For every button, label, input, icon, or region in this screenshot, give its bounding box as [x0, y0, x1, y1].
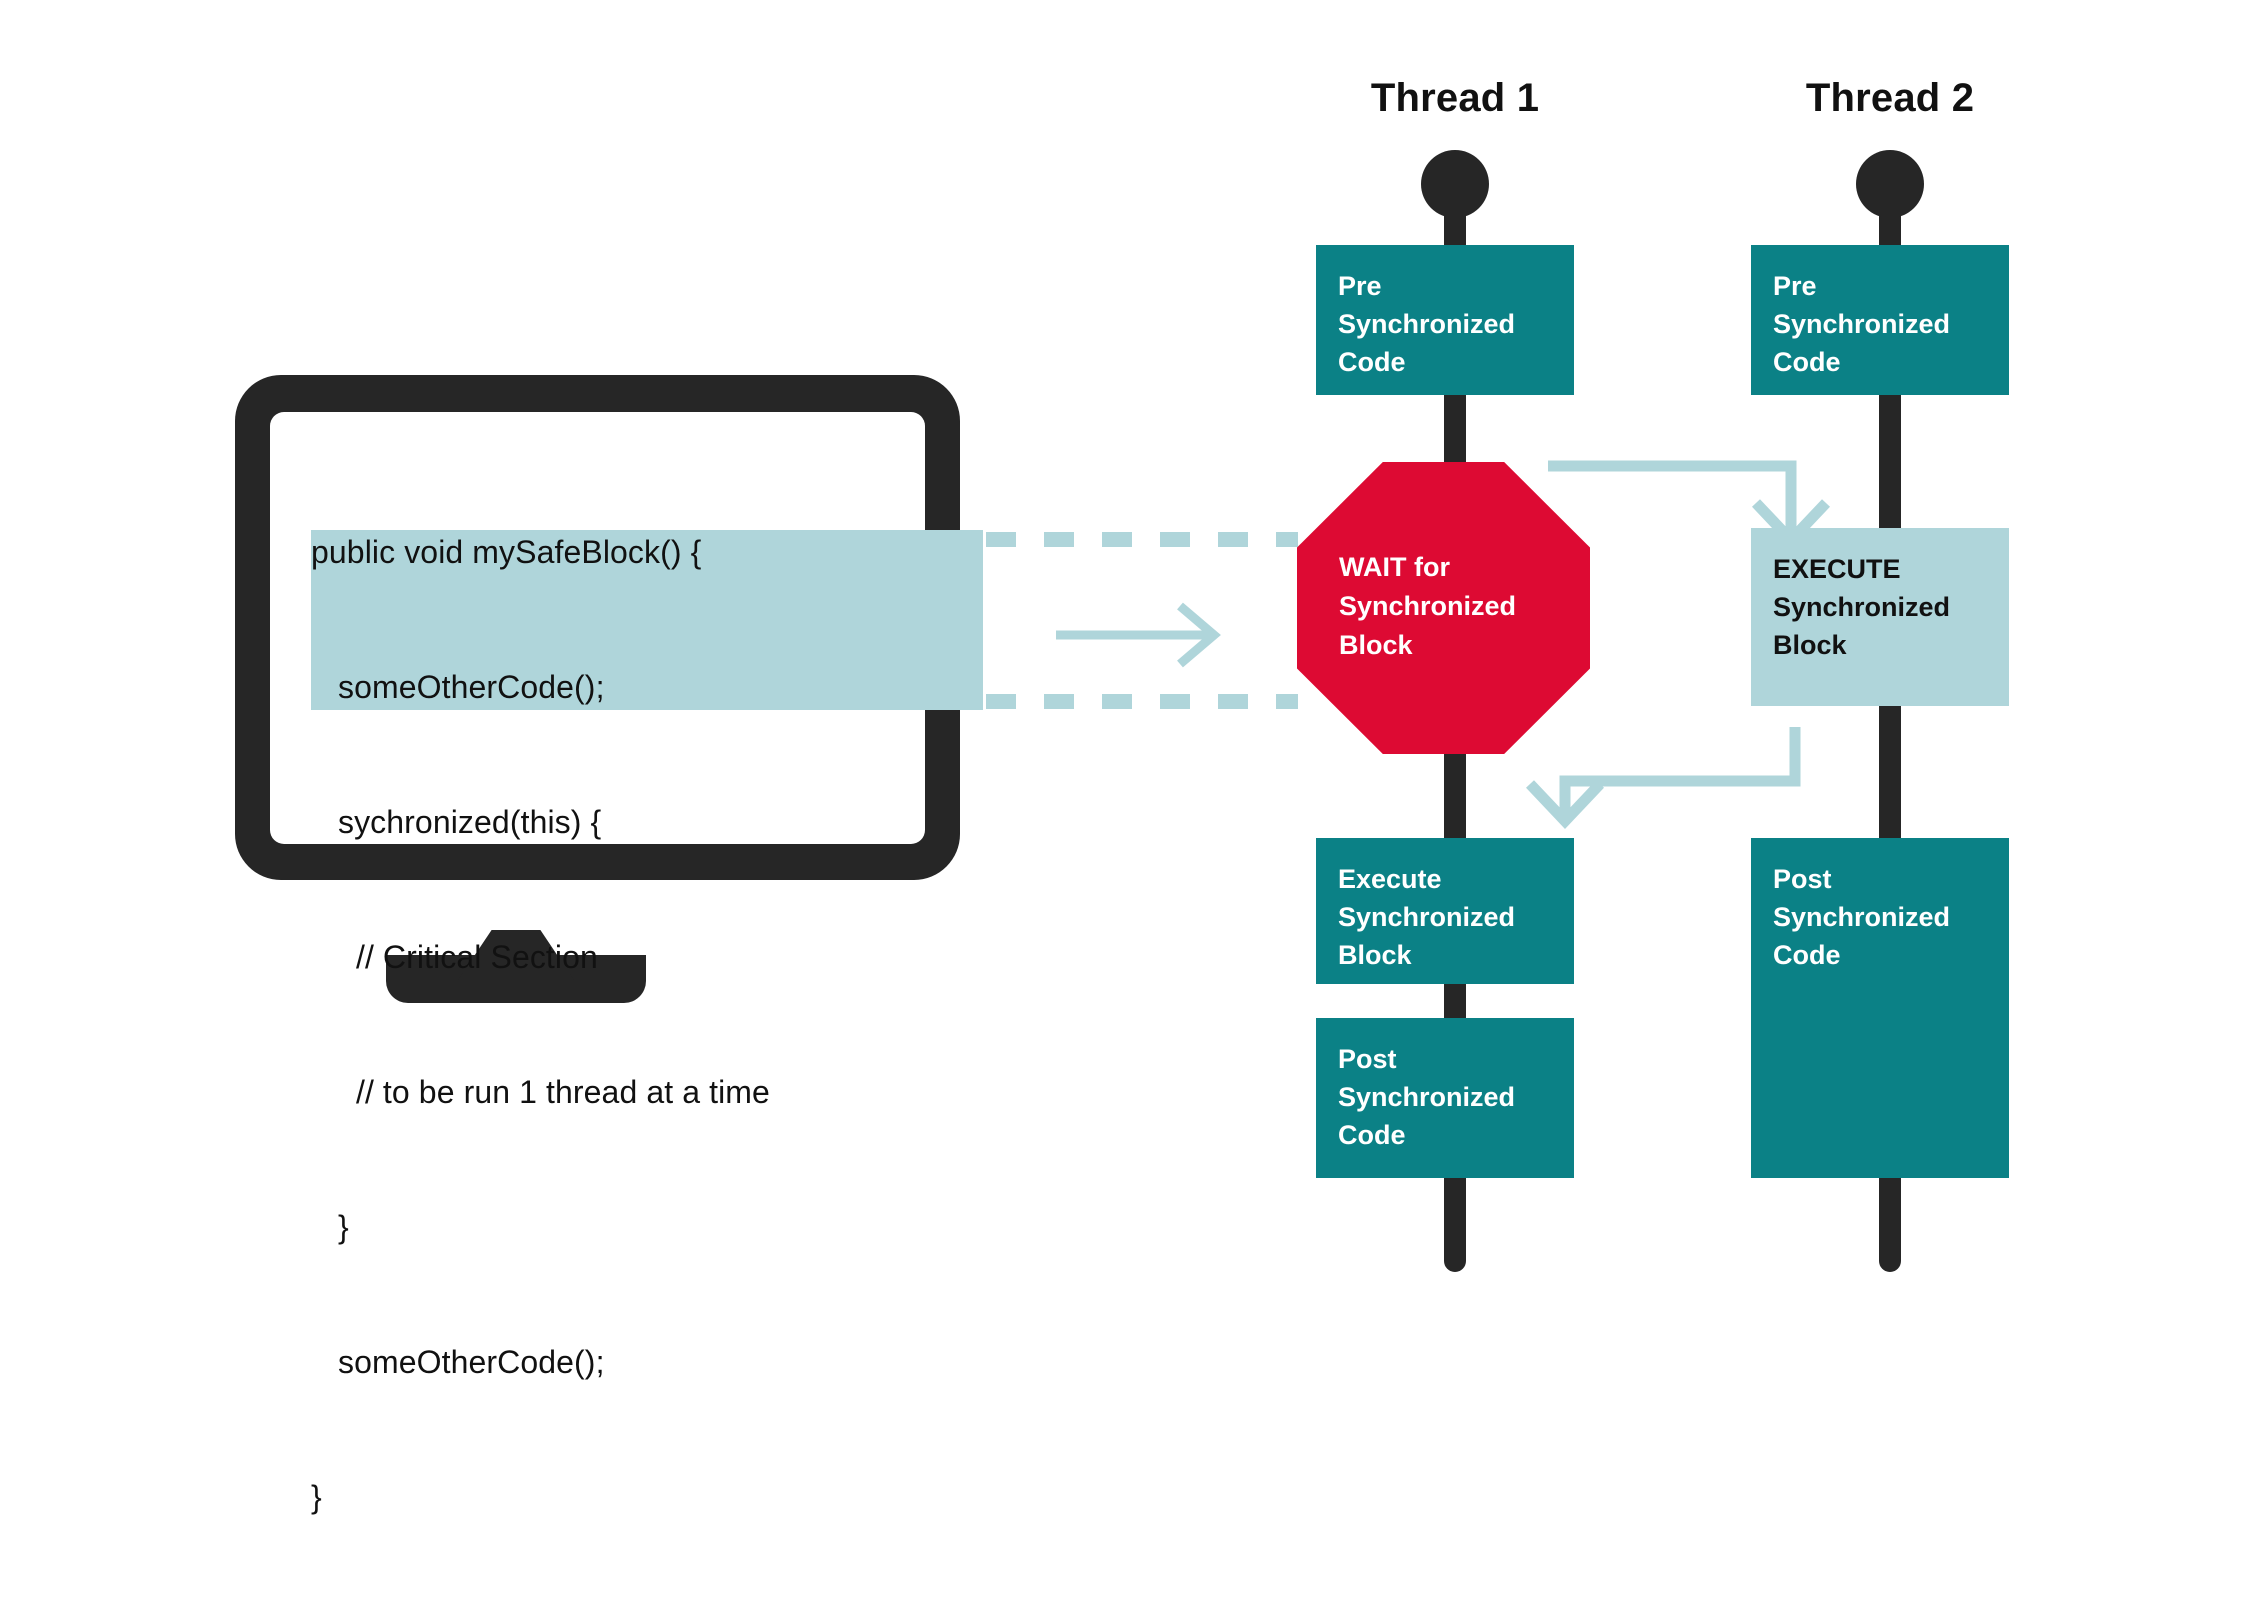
thread-1-wait-octagon[interactable]: WAIT for Synchronized Block: [1297, 462, 1590, 754]
thread-1-pre-synchronized-code-box[interactable]: Pre Synchronized Code: [1316, 245, 1574, 395]
code-line: // to be run 1 thread at a time: [311, 1074, 770, 1110]
thread-1-wait-label: WAIT for Synchronized Block: [1339, 552, 1517, 660]
code-line: sychronized(this) {: [311, 804, 602, 840]
thread-1-execute-synchronized-block-box[interactable]: Execute Synchronized Block: [1316, 838, 1574, 984]
thread-2-post-synchronized-code-box[interactable]: Post Synchronized Code: [1751, 838, 2009, 1178]
thread-1-post-synchronized-code-box[interactable]: Post Synchronized Code: [1316, 1018, 1574, 1178]
thread-1-start-dot-icon: [1421, 150, 1489, 218]
dashed-connector-bottom-icon: [986, 694, 1298, 709]
thread-2-start-dot-icon: [1856, 150, 1924, 218]
code-line: }: [311, 1209, 349, 1245]
code-line: public void mySafeBlock() {: [311, 534, 702, 570]
thread-2-title: Thread 2: [1805, 76, 1975, 120]
code-line: someOtherCode();: [311, 1344, 605, 1380]
dashed-connector-top-icon: [986, 532, 1298, 547]
code-line: someOtherCode();: [311, 669, 605, 705]
elbow-arrow-execute-to-run-icon: [1526, 727, 1801, 830]
right-arrow-icon: [1056, 602, 1221, 668]
diagram-canvas: public void mySafeBlock() { someOtherCod…: [0, 0, 2250, 1515]
code-line: }: [311, 1479, 322, 1515]
code-line: // Critical Section: [311, 939, 598, 975]
thread-1-title: Thread 1: [1370, 76, 1540, 120]
thread-2-pre-synchronized-code-box[interactable]: Pre Synchronized Code: [1751, 245, 2009, 395]
thread-2-execute-synchronized-block-box[interactable]: EXECUTE Synchronized Block: [1751, 528, 2009, 706]
code-listing: public void mySafeBlock() { someOtherCod…: [311, 440, 770, 1610]
